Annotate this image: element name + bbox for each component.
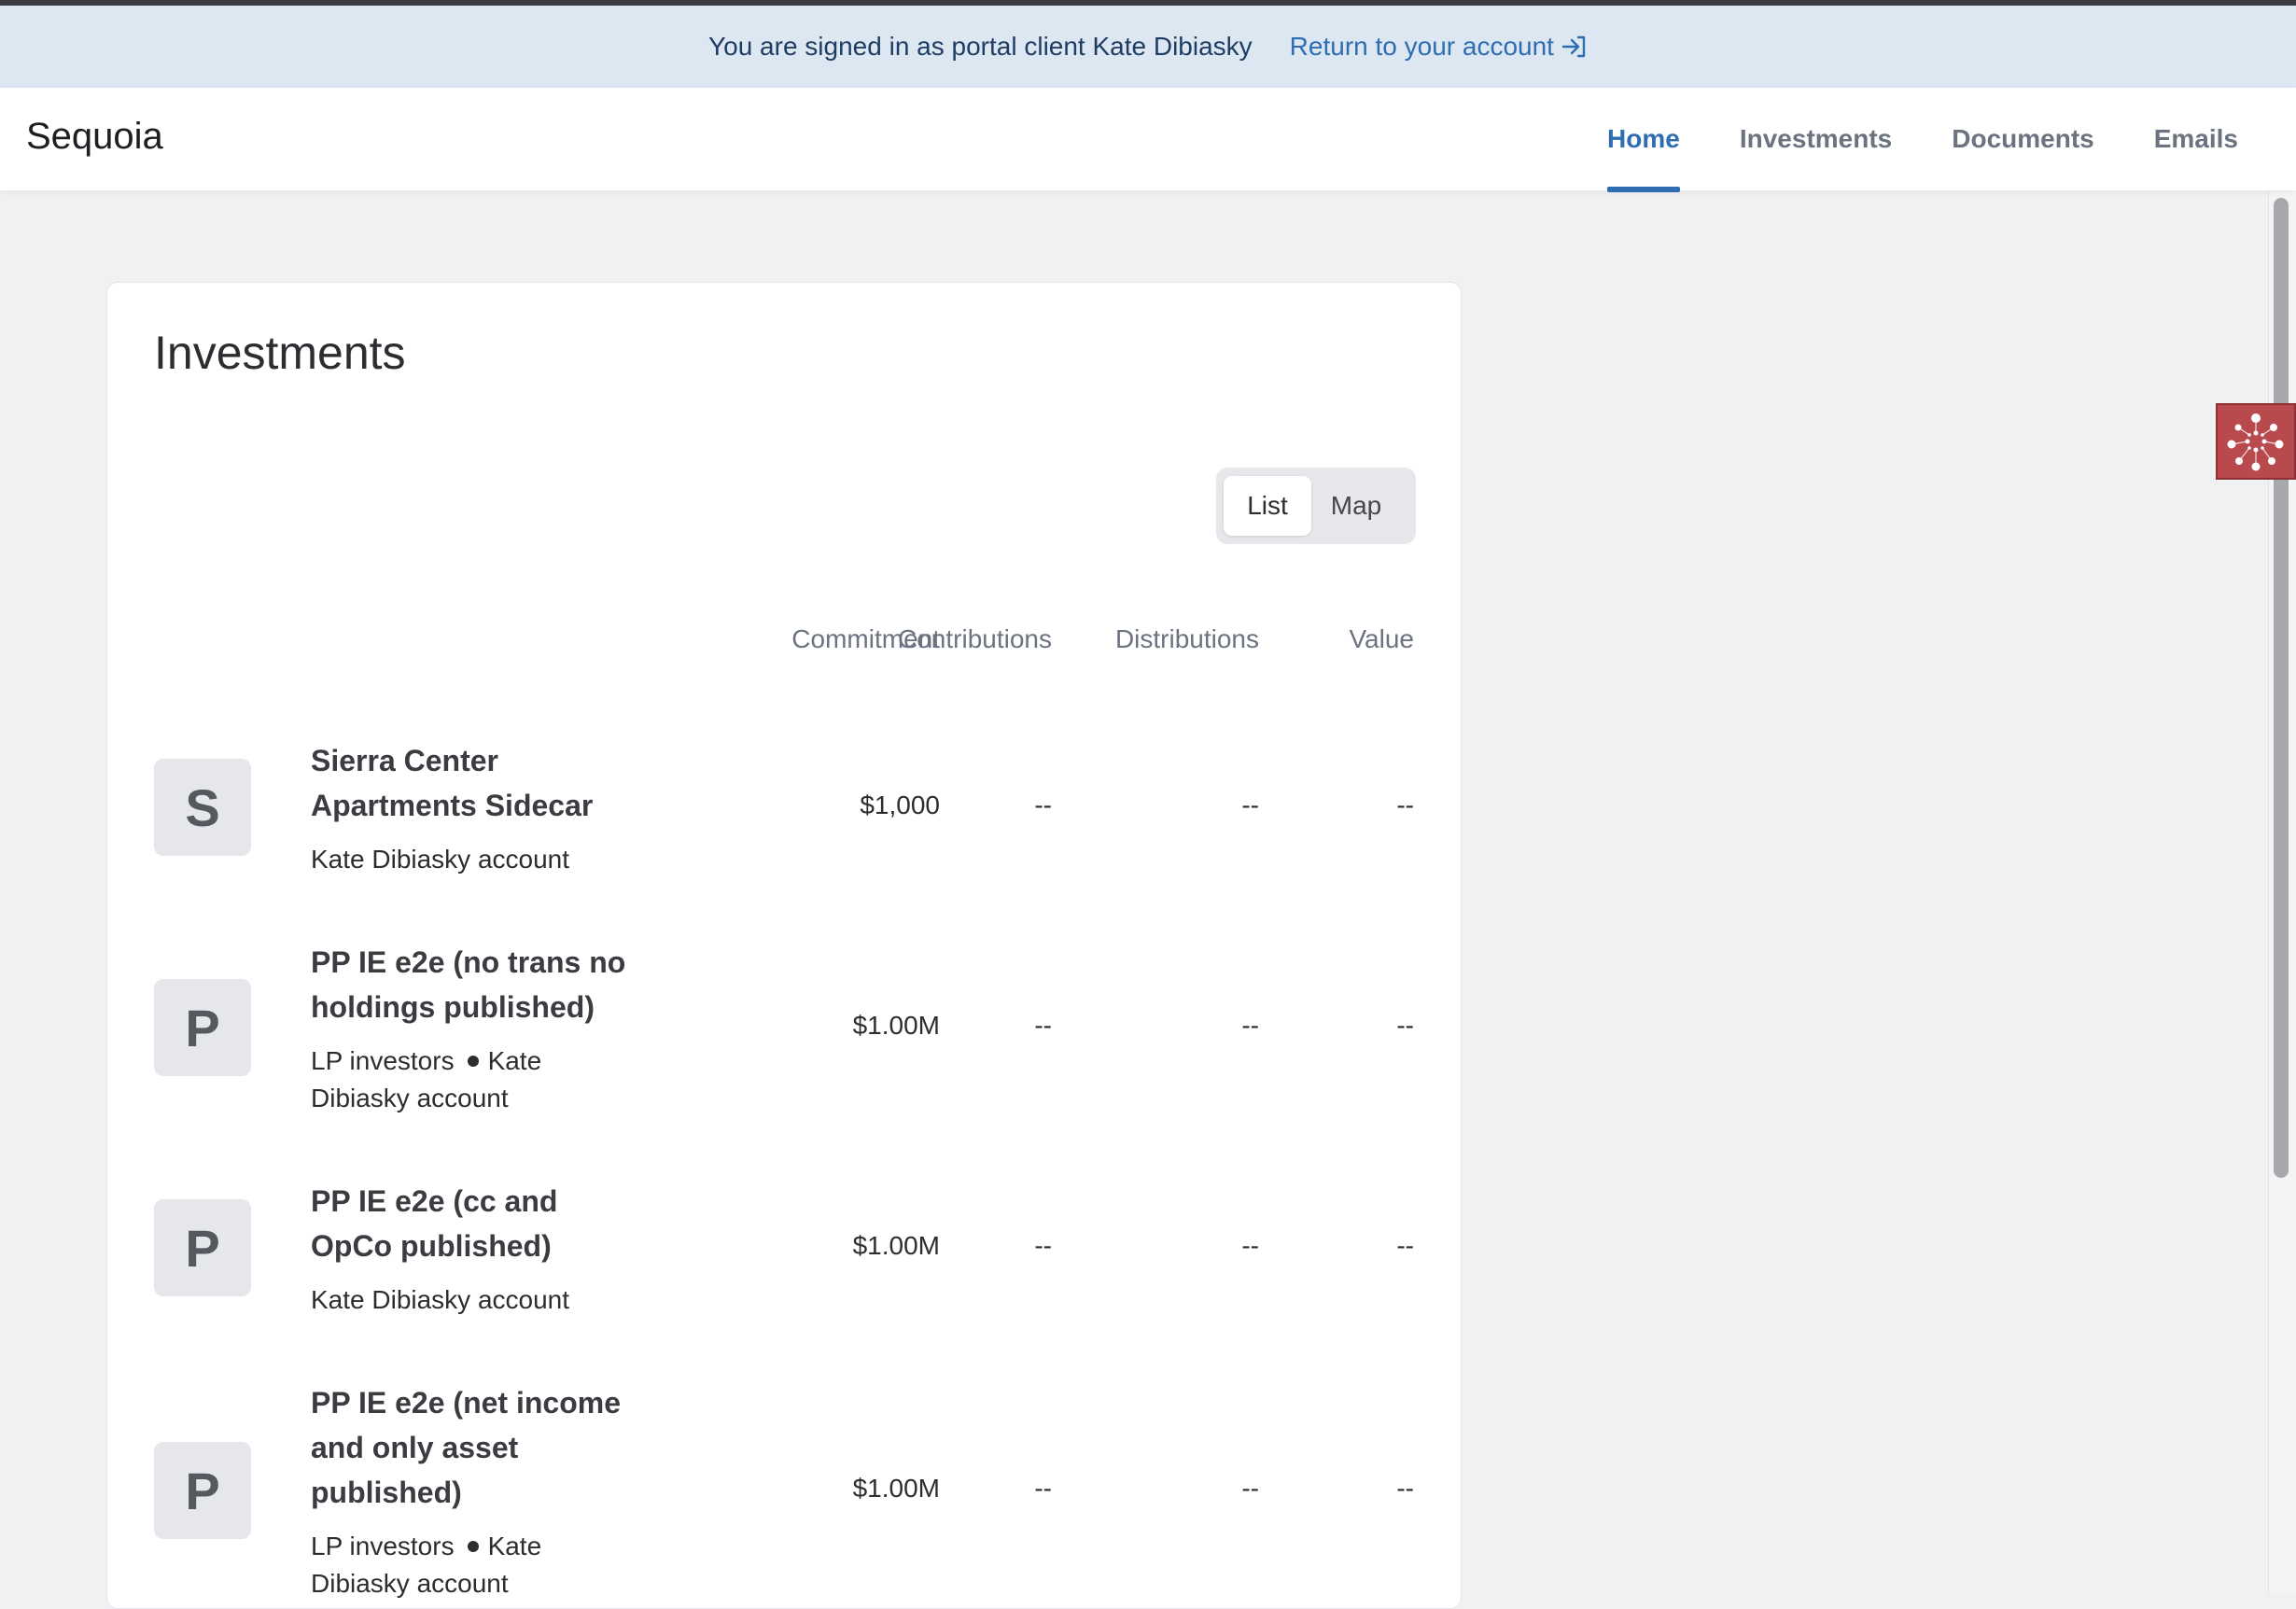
investments-card: Investments List Map Commitment Contribu…: [106, 282, 1462, 1609]
investment-avatar: P: [154, 1442, 251, 1539]
separator-dot: [467, 1541, 479, 1553]
column-header-distributions[interactable]: Distributions: [1115, 624, 1259, 654]
distributions-value: --: [1241, 1474, 1259, 1503]
distributions-value: --: [1241, 1011, 1259, 1040]
investment-group-label: LP investors: [311, 1532, 455, 1560]
column-header-contributions[interactable]: Contributions: [898, 624, 1052, 654]
investment-avatar: P: [154, 979, 251, 1076]
investments-title: Investments: [154, 327, 406, 379]
investment-account: LP investors Kate Dibiasky account: [311, 1042, 591, 1117]
separator-dot: [467, 1056, 479, 1068]
nav-tab-emails[interactable]: Emails: [2154, 88, 2238, 190]
column-header-value[interactable]: Value: [1349, 624, 1414, 654]
nav-tabs: Home Investments Documents Emails: [1547, 88, 2238, 192]
value-value: --: [1396, 1011, 1414, 1040]
investment-avatar: P: [154, 1199, 251, 1296]
distributions-value: --: [1241, 1231, 1259, 1260]
contributions-value: --: [1034, 1231, 1052, 1260]
investment-group-label: LP investors: [311, 1046, 455, 1075]
list-view-button[interactable]: List: [1224, 476, 1311, 536]
investment-account: Kate Dibiasky account: [311, 841, 591, 878]
map-view-button[interactable]: Map: [1311, 476, 1401, 536]
investment-name[interactable]: PP IE e2e (no trans no holdings publishe…: [311, 940, 647, 1029]
commitment-value: $1.00M: [852, 1474, 940, 1503]
return-link-label: Return to your account: [1289, 32, 1554, 61]
sign-in-icon: [1561, 35, 1586, 58]
helper-widget-button[interactable]: [2216, 403, 2296, 480]
brand-name[interactable]: Sequoia: [26, 116, 163, 158]
view-toggle: List Map: [1216, 468, 1416, 544]
value-value: --: [1396, 1231, 1414, 1260]
investment-account: LP investors Kate Dibiasky account: [311, 1528, 591, 1602]
network-dots-icon: [2227, 413, 2284, 471]
top-navbar: Sequoia Home Investments Documents Email…: [0, 88, 2296, 192]
value-value: --: [1396, 791, 1414, 819]
nav-tab-documents[interactable]: Documents: [1952, 88, 2093, 190]
commitment-value: $1.00M: [852, 1011, 940, 1040]
investment-name[interactable]: Sierra Center Apartments Sidecar: [311, 738, 647, 828]
scrollbar-thumb[interactable]: [2274, 198, 2289, 1178]
investment-name[interactable]: PP IE e2e (cc and OpCo published): [311, 1179, 647, 1268]
contributions-value: --: [1034, 1474, 1052, 1503]
investment-name[interactable]: PP IE e2e (net income and only asset pub…: [311, 1380, 647, 1515]
impersonation-banner: You are signed in as portal client Kate …: [0, 6, 2296, 88]
nav-tab-investments[interactable]: Investments: [1740, 88, 1892, 190]
investment-account-label: Kate Dibiasky account: [311, 845, 570, 874]
value-value: --: [1396, 1474, 1414, 1503]
investment-avatar: S: [154, 759, 251, 856]
contributions-value: --: [1034, 791, 1052, 819]
commitment-value: $1,000: [860, 791, 940, 819]
distributions-value: --: [1241, 791, 1259, 819]
impersonation-message: You are signed in as portal client Kate …: [708, 32, 1253, 61]
nav-tab-home[interactable]: Home: [1607, 88, 1680, 192]
commitment-value: $1.00M: [852, 1231, 940, 1260]
contributions-value: --: [1034, 1011, 1052, 1040]
investment-account: Kate Dibiasky account: [311, 1281, 591, 1319]
return-to-account-link[interactable]: Return to your account: [1290, 32, 1588, 62]
investment-account-label: Kate Dibiasky account: [311, 1285, 570, 1314]
